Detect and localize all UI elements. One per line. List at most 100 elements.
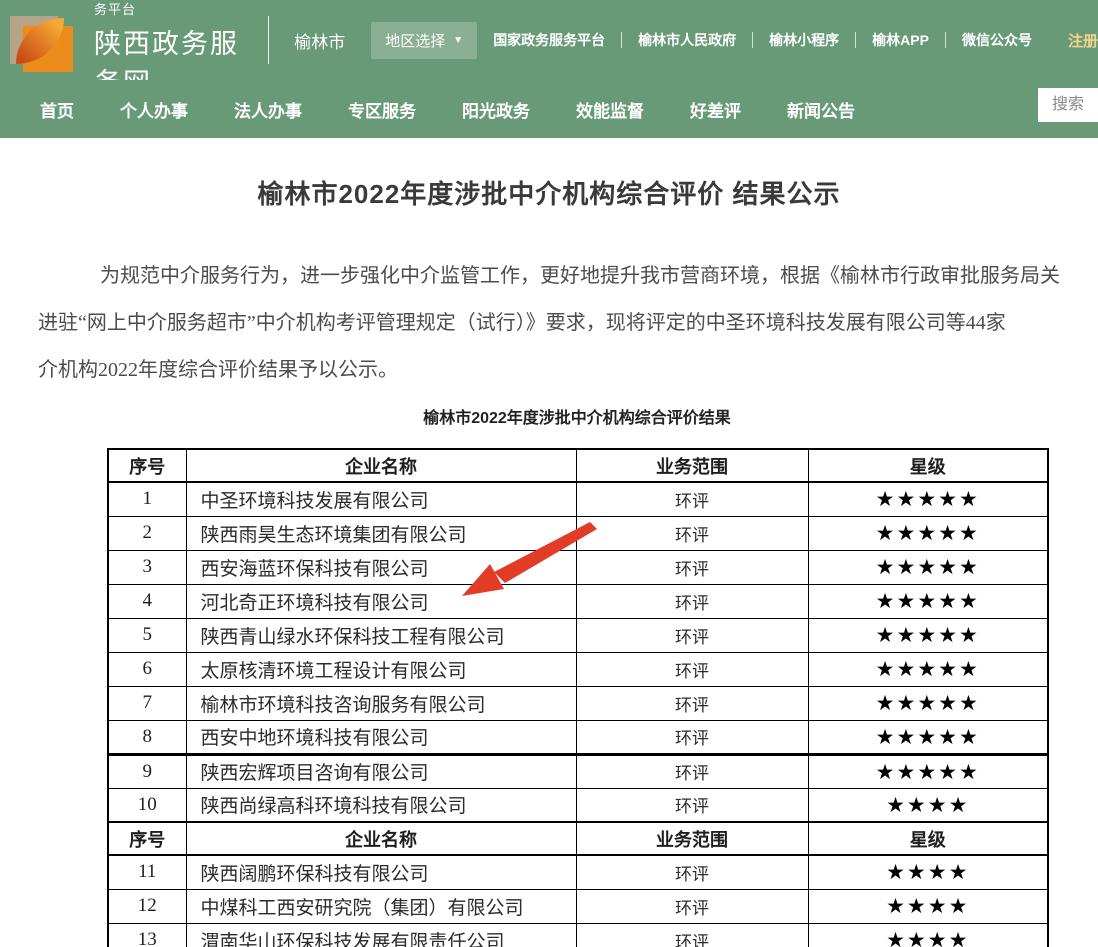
top-link-4[interactable]: 微信公众号 xyxy=(946,30,1048,50)
cell-seq: 12 xyxy=(108,889,186,923)
cell-seq: 5 xyxy=(108,618,186,652)
nav-item-4[interactable]: 阳光政务 xyxy=(462,102,530,121)
cell-business-scope: 环评 xyxy=(576,720,808,754)
column-header-2: 业务范围 xyxy=(576,822,808,855)
cell-seq: 13 xyxy=(108,923,186,947)
top-links: 国家政务服务平台榆林市人民政府榆林小程序榆林APP微信公众号 xyxy=(477,30,1048,50)
paragraph-line-1: 为规范中介服务行为，进一步强化中介监管工作，更好地提升我市营商环境，根据《榆林市… xyxy=(38,253,1098,300)
nav-item-5[interactable]: 效能监督 xyxy=(576,102,644,121)
table-row: 13渭南华山环保科技发展有限责任公司环评★★★★ xyxy=(108,923,1048,947)
table-row: 6太原核清环境工程设计有限公司环评★★★★★ xyxy=(108,652,1048,686)
cell-company-name: 陕西尚绿高科环境科技有限公司 xyxy=(186,788,576,822)
table-row: 8西安中地环境科技有限公司环评★★★★★ xyxy=(108,720,1048,754)
cell-seq: 7 xyxy=(108,686,186,720)
cell-seq: 3 xyxy=(108,550,186,584)
nav-item-2[interactable]: 法人办事 xyxy=(234,102,302,121)
cell-seq: 4 xyxy=(108,584,186,618)
nav-item-3[interactable]: 专区服务 xyxy=(348,102,416,121)
column-header-0: 序号 xyxy=(108,822,186,855)
cell-star-rating: ★★★★ xyxy=(808,855,1048,889)
nav-item-6[interactable]: 好差评 xyxy=(690,102,741,121)
table-row: 3西安海蓝环保科技有限公司环评★★★★★ xyxy=(108,550,1048,584)
cell-star-rating: ★★★★★ xyxy=(808,618,1048,652)
table-row: 5陕西青山绿水环保科技工程有限公司环评★★★★★ xyxy=(108,618,1048,652)
cell-star-rating: ★★★★★ xyxy=(808,482,1048,516)
table-row: 12中煤科工西安研究院（集团）有限公司环评★★★★ xyxy=(108,889,1048,923)
brand-divider xyxy=(268,16,269,64)
region-selector-button[interactable]: 地区选择 ▼ xyxy=(371,22,477,59)
cell-star-rating: ★★★★ xyxy=(808,788,1048,822)
cell-business-scope: 环评 xyxy=(576,686,808,720)
cell-company-name: 陕西青山绿水环保科技工程有限公司 xyxy=(186,618,576,652)
cell-business-scope: 环评 xyxy=(576,550,808,584)
cell-company-name: 陕西雨昊生态环境集团有限公司 xyxy=(186,516,576,550)
cell-star-rating: ★★★★★ xyxy=(808,584,1048,618)
table-row: 11陕西阔鹏环保科技有限公司环评★★★★ xyxy=(108,855,1048,889)
cell-star-rating: ★★★★★ xyxy=(808,516,1048,550)
cell-star-rating: ★★★★★ xyxy=(808,720,1048,754)
cell-company-name: 陕西阔鹏环保科技有限公司 xyxy=(186,855,576,889)
column-header-0: 序号 xyxy=(108,449,186,482)
evaluation-table: 序号企业名称业务范围星级1中圣环境科技发展有限公司环评★★★★★2陕西雨昊生态环… xyxy=(107,448,1049,947)
paragraph-line-3: 介机构2022年度综合评价结果予以公示。 xyxy=(38,347,1098,394)
page-title: 榆林市2022年度涉批中介机构综合评价 结果公示 xyxy=(0,174,1098,211)
top-link-0[interactable]: 国家政务服务平台 xyxy=(477,30,621,50)
cell-star-rating: ★★★★★ xyxy=(808,686,1048,720)
cell-company-name: 榆林市环境科技咨询服务有限公司 xyxy=(186,686,576,720)
cell-business-scope: 环评 xyxy=(576,652,808,686)
announcement-article: 榆林市2022年度涉批中介机构综合评价 结果公示 为规范中介服务行为，进一步强化… xyxy=(0,138,1098,947)
cell-business-scope: 环评 xyxy=(576,923,808,947)
region-selector-label: 地区选择 xyxy=(385,30,445,51)
cell-business-scope: 环评 xyxy=(576,584,808,618)
register-link[interactable]: 注册 xyxy=(1068,30,1098,51)
cell-star-rating: ★★★★ xyxy=(808,923,1048,947)
top-link-2[interactable]: 榆林小程序 xyxy=(753,30,855,50)
search-input[interactable] xyxy=(1038,88,1098,122)
paragraph-line-2: 进驻“网上中介服务超市”中介机构考评管理规定（试行）》要求，现将评定的中圣环境科… xyxy=(38,300,1098,347)
header-top-row: 全国一体化在线政务服务平台 陕西政务服务网 榆林市 地区选择 ▼ 国家政务服务平… xyxy=(0,0,1098,80)
table-row: 2陕西雨昊生态环境集团有限公司环评★★★★★ xyxy=(108,516,1048,550)
announcement-paragraph: 为规范中介服务行为，进一步强化中介监管工作，更好地提升我市营商环境，根据《榆林市… xyxy=(0,253,1098,394)
cell-business-scope: 环评 xyxy=(576,618,808,652)
table-caption: 榆林市2022年度涉批中介机构综合评价结果 xyxy=(107,404,1047,428)
main-nav: 首页 个人办事 法人办事 专区服务 阳光政务 效能监督 好差评 新闻公告 xyxy=(0,80,1098,138)
table-row: 7榆林市环境科技咨询服务有限公司环评★★★★★ xyxy=(108,686,1048,720)
cell-star-rating: ★★★★★ xyxy=(808,754,1048,788)
top-link-3[interactable]: 榆林APP xyxy=(856,30,945,50)
column-header-1: 企业名称 xyxy=(186,822,576,855)
nav-items: 首页 个人办事 法人办事 专区服务 阳光政务 效能监督 好差评 新闻公告 xyxy=(40,97,901,122)
column-header-1: 企业名称 xyxy=(186,449,576,482)
nav-item-7[interactable]: 新闻公告 xyxy=(787,102,855,121)
table-row: 10陕西尚绿高科环境科技有限公司环评★★★★ xyxy=(108,788,1048,822)
cell-business-scope: 环评 xyxy=(576,855,808,889)
cell-company-name: 西安中地环境科技有限公司 xyxy=(186,720,576,754)
cell-company-name: 西安海蓝环保科技有限公司 xyxy=(186,550,576,584)
evaluation-table-wrap: 序号企业名称业务范围星级1中圣环境科技发展有限公司环评★★★★★2陕西雨昊生态环… xyxy=(107,448,1047,947)
table-header-row: 序号企业名称业务范围星级 xyxy=(108,822,1048,855)
site-logo-icon xyxy=(10,14,80,72)
cell-company-name: 渭南华山环保科技发展有限责任公司 xyxy=(186,923,576,947)
cell-business-scope: 环评 xyxy=(576,482,808,516)
cell-seq: 6 xyxy=(108,652,186,686)
site-header: 全国一体化在线政务服务平台 陕西政务服务网 榆林市 地区选择 ▼ 国家政务服务平… xyxy=(0,0,1098,138)
cell-business-scope: 环评 xyxy=(576,889,808,923)
cell-seq: 8 xyxy=(108,720,186,754)
nav-item-0[interactable]: 首页 xyxy=(40,102,74,121)
cell-business-scope: 环评 xyxy=(576,516,808,550)
cell-company-name: 河北奇正环境科技有限公司 xyxy=(186,584,576,618)
cell-company-name: 太原核清环境工程设计有限公司 xyxy=(186,652,576,686)
cell-business-scope: 环评 xyxy=(576,754,808,788)
brand-block: 全国一体化在线政务服务平台 陕西政务服务网 xyxy=(94,0,246,80)
cell-company-name: 陕西宏辉项目咨询有限公司 xyxy=(186,754,576,788)
cell-seq: 1 xyxy=(108,482,186,516)
nav-item-1[interactable]: 个人办事 xyxy=(120,102,188,121)
column-header-3: 星级 xyxy=(808,449,1048,482)
cell-seq: 11 xyxy=(108,855,186,889)
top-link-1[interactable]: 榆林市人民政府 xyxy=(622,30,752,50)
cell-seq: 2 xyxy=(108,516,186,550)
platform-tagline: 全国一体化在线政务服务平台 xyxy=(94,0,246,18)
chevron-down-icon: ▼ xyxy=(453,35,463,46)
cell-seq: 9 xyxy=(108,754,186,788)
table-row: 9陕西宏辉项目咨询有限公司环评★★★★★ xyxy=(108,754,1048,788)
site-name: 陕西政务服务网 xyxy=(94,22,246,80)
